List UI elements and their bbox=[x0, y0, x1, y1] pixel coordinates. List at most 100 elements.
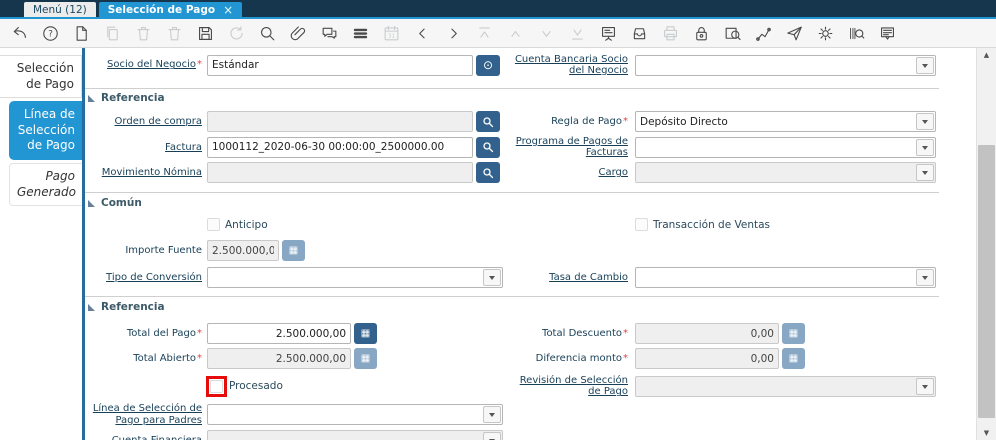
search-icon bbox=[483, 116, 494, 127]
chevron-down-icon bbox=[483, 431, 501, 440]
tasa-cambio-combo[interactable] bbox=[635, 267, 936, 289]
linea-seleccion-padres-combo[interactable] bbox=[207, 404, 503, 426]
field-row: Línea de Selección de Pago para Padres bbox=[85, 403, 976, 426]
calculator-icon: ▦ bbox=[360, 327, 371, 339]
first-record-icon bbox=[475, 24, 494, 43]
delete-record-icon bbox=[134, 24, 153, 43]
chevron-down-icon[interactable] bbox=[916, 56, 934, 74]
tab-seleccion-de-pago[interactable]: Selección de Pago × bbox=[98, 2, 243, 17]
cargo-label[interactable]: Cargo bbox=[513, 167, 628, 178]
preferences-icon[interactable] bbox=[816, 24, 835, 43]
tipo-conversion-label[interactable]: Tipo de Conversión bbox=[85, 272, 202, 283]
lock-icon[interactable] bbox=[692, 24, 711, 43]
help-icon[interactable]: ? bbox=[41, 24, 60, 43]
collapse-triangle-icon bbox=[88, 199, 95, 207]
programa-pagos-combo[interactable] bbox=[635, 136, 936, 158]
field-row: Cuenta Financiera bbox=[85, 429, 976, 440]
calculator-icon: ▦ bbox=[788, 352, 799, 364]
chevron-down-icon[interactable] bbox=[916, 269, 934, 287]
linea-seleccion-padres-label[interactable]: Línea de Selección de Pago para Padres bbox=[85, 403, 202, 425]
find-icon[interactable] bbox=[258, 24, 277, 43]
socio-del-negocio-label[interactable]: Socio del Negocio bbox=[85, 59, 202, 70]
save-icon[interactable] bbox=[196, 24, 215, 43]
cuenta-bancaria-label[interactable]: Cuenta Bancaria Socio del Negocio bbox=[513, 54, 628, 76]
movimiento-nomina-search-button[interactable] bbox=[476, 162, 500, 184]
revision-seleccion-label[interactable]: Revisión de Selección de Pago bbox=[513, 375, 628, 397]
calendar-icon: 31 bbox=[382, 24, 401, 43]
scroll-up-arrow[interactable]: ▲ bbox=[977, 48, 996, 62]
cuenta-bancaria-combo[interactable] bbox=[635, 54, 936, 76]
field-row: Procesado Revisión de Selección de Pago bbox=[85, 373, 976, 399]
total-descuento-input bbox=[635, 323, 779, 345]
section-separator bbox=[85, 296, 939, 298]
procesado-checkbox[interactable] bbox=[210, 379, 223, 393]
factura-search-button[interactable] bbox=[476, 136, 500, 158]
report-icon[interactable] bbox=[599, 24, 618, 43]
orden-de-compra-search-button[interactable] bbox=[476, 111, 500, 132]
transaccion-ventas-checkbox[interactable] bbox=[635, 218, 648, 232]
refresh-icon bbox=[227, 24, 246, 43]
scrollbar-thumb[interactable] bbox=[978, 145, 995, 418]
factura-label[interactable]: Factura bbox=[85, 142, 202, 153]
requests-icon[interactable] bbox=[785, 24, 804, 43]
field-row: Importe Fuente ▦ bbox=[85, 240, 976, 262]
scrollbar-track[interactable] bbox=[977, 62, 996, 426]
delete-selection-icon bbox=[165, 24, 184, 43]
tasa-cambio-label[interactable]: Tasa de Cambio bbox=[513, 272, 628, 283]
product-info-icon[interactable] bbox=[847, 24, 866, 43]
section-header-referencia[interactable]: Referencia bbox=[88, 92, 976, 104]
sidebar-tab-linea-de-seleccion-de-pago[interactable]: Línea de Selección de Pago bbox=[9, 101, 82, 160]
zoom-across-icon[interactable] bbox=[723, 24, 742, 43]
cuenta-financiera-label[interactable]: Cuenta Financiera bbox=[85, 435, 202, 440]
close-icon[interactable]: × bbox=[223, 4, 233, 16]
cuenta-financiera-combo bbox=[207, 429, 503, 440]
grid-toggle-icon[interactable] bbox=[351, 24, 370, 43]
orden-de-compra-label[interactable]: Orden de compra bbox=[85, 116, 202, 127]
undo-icon[interactable] bbox=[10, 24, 29, 43]
parent-record-icon[interactable] bbox=[413, 24, 432, 43]
collapse-triangle-icon bbox=[88, 94, 95, 102]
anticipo-checkbox[interactable] bbox=[207, 218, 220, 232]
socio-del-negocio-input[interactable] bbox=[207, 54, 473, 76]
section-header-comun[interactable]: Común bbox=[88, 197, 976, 209]
total-del-pago-input[interactable] bbox=[207, 323, 351, 345]
scroll-down-arrow[interactable]: ▼ bbox=[977, 426, 996, 440]
last-record-icon bbox=[568, 24, 587, 43]
chevron-down-icon[interactable] bbox=[916, 113, 934, 130]
revision-seleccion-combo bbox=[635, 375, 936, 397]
archive-icon[interactable] bbox=[630, 24, 649, 43]
movimiento-nomina-input bbox=[207, 162, 473, 184]
calculator-icon: ▦ bbox=[788, 327, 799, 339]
programa-pagos-label[interactable]: Programa de Pagos de Facturas bbox=[513, 136, 628, 158]
orden-de-compra-input bbox=[207, 111, 473, 132]
tab-menu[interactable]: Menú (12) bbox=[24, 2, 96, 17]
section-header-referencia-2[interactable]: Referencia bbox=[88, 301, 976, 313]
window-help-icon[interactable] bbox=[878, 24, 897, 43]
importe-fuente-calculator-button: ▦ bbox=[282, 240, 305, 262]
record-icon: ⊙ bbox=[482, 58, 494, 72]
workflow-icon[interactable] bbox=[754, 24, 773, 43]
previous-record-icon bbox=[506, 24, 525, 43]
chevron-down-icon[interactable] bbox=[483, 269, 501, 287]
tipo-conversion-combo[interactable] bbox=[207, 267, 503, 289]
sidebar-tab-seleccion-de-pago[interactable]: Selección de Pago bbox=[0, 55, 82, 99]
procesado-label: Procesado bbox=[229, 380, 283, 393]
field-row: Anticipo Transacción de Ventas bbox=[85, 217, 976, 232]
new-record-icon[interactable] bbox=[72, 24, 91, 43]
chevron-down-icon[interactable] bbox=[483, 406, 501, 424]
chevron-down-icon bbox=[916, 377, 934, 395]
attachment-icon[interactable] bbox=[289, 24, 308, 43]
section-separator bbox=[85, 88, 939, 89]
detail-record-icon[interactable] bbox=[444, 24, 463, 43]
business-partner-record-button[interactable]: ⊙ bbox=[476, 54, 500, 76]
chat-icon[interactable] bbox=[320, 24, 339, 43]
total-del-pago-calculator-button[interactable]: ▦ bbox=[354, 323, 377, 345]
vertical-scrollbar[interactable]: ▲ ▼ bbox=[976, 48, 996, 440]
factura-input[interactable] bbox=[207, 136, 473, 158]
regla-de-pago-combo[interactable]: Depósito Directo bbox=[635, 111, 936, 132]
sidebar-tab-pago-generado[interactable]: Pago Generado bbox=[9, 162, 82, 207]
chevron-down-icon bbox=[916, 164, 934, 182]
chevron-down-icon[interactable] bbox=[916, 138, 934, 156]
collapse-triangle-icon bbox=[88, 303, 95, 311]
movimiento-nomina-label[interactable]: Movimiento Nómina bbox=[85, 167, 202, 178]
